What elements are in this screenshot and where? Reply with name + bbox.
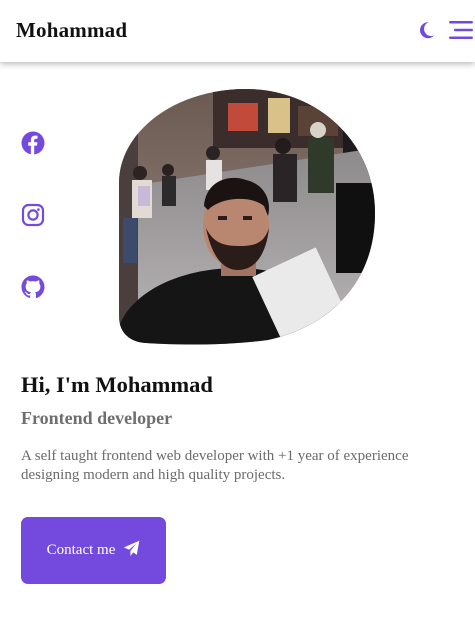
contact-me-button[interactable]: Contact me	[21, 517, 166, 584]
hamburger-menu-icon[interactable]	[449, 20, 473, 40]
contact-button-label: Contact me	[46, 542, 116, 558]
header-actions	[419, 20, 475, 40]
social-links	[21, 131, 45, 300]
site-header: Mohammad	[0, 0, 475, 62]
send-icon	[123, 540, 140, 562]
profile-photo	[118, 88, 375, 345]
facebook-icon[interactable]	[21, 131, 45, 156]
hero-title: Hi, I'm Mohammad	[21, 372, 213, 397]
hero-subtitle: Frontend developer	[21, 408, 173, 428]
github-icon[interactable]	[21, 275, 45, 300]
instagram-icon[interactable]	[21, 203, 45, 228]
hero-description: A self taught frontend web developer wit…	[21, 448, 409, 483]
moon-icon[interactable]	[419, 21, 435, 39]
brand-logo[interactable]: Mohammad	[16, 18, 127, 43]
